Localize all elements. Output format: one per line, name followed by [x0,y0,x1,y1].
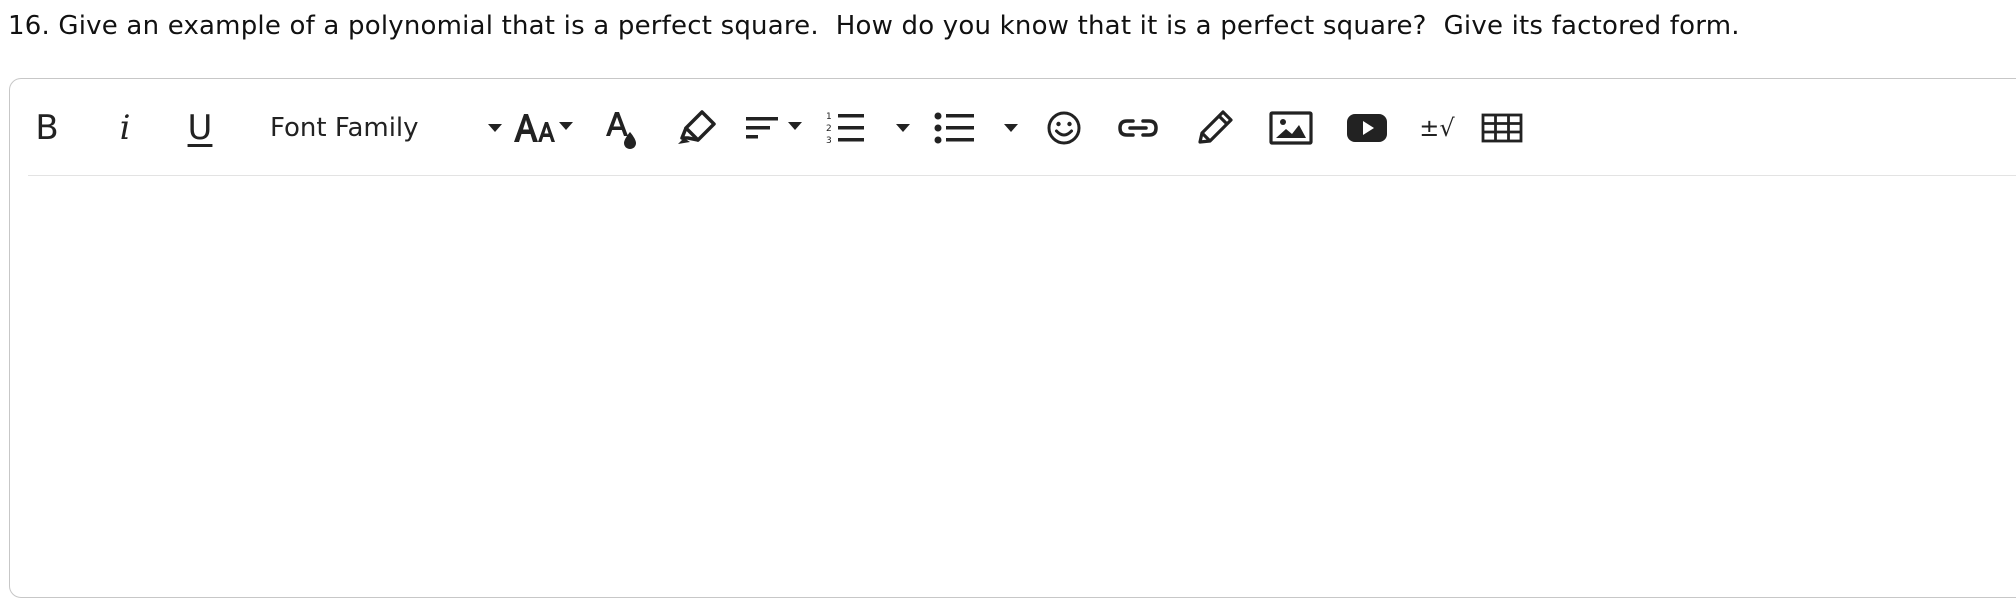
image-button[interactable] [1268,98,1314,158]
numbered-list-icon: 1 2 3 [826,112,910,146]
table-icon [1481,113,1523,143]
emoji-button[interactable] [1044,98,1084,158]
underline-icon: U [187,108,213,148]
numbered-list-button[interactable]: 1 2 3 [824,98,914,158]
font-family-dropdown[interactable]: Font Family [270,98,419,158]
bullet-list-icon [934,112,1018,144]
highlight-button[interactable] [674,98,718,158]
font-size-icon [514,114,573,142]
emoji-icon [1047,111,1081,145]
text-color-button[interactable] [602,98,642,158]
table-button[interactable] [1480,98,1524,158]
svg-text:3: 3 [826,136,832,146]
toolbar-divider [28,175,2016,176]
math-button[interactable]: ±√ [1414,98,1460,158]
align-icon [746,117,802,139]
editor-toolbar: B i U Font Family 1 2 3 ±√ [18,98,2016,158]
align-button[interactable] [744,98,806,158]
font-family-chevron-icon[interactable] [484,98,506,158]
link-icon [1118,119,1158,137]
highlight-icon [678,110,716,144]
underline-button[interactable]: U [182,98,218,158]
draw-button[interactable] [1194,98,1236,158]
math-icon: ±√ [1419,114,1455,142]
svg-text:1: 1 [826,112,832,122]
bold-button[interactable]: B [30,98,64,158]
image-icon [1269,111,1313,145]
bold-icon: B [35,108,59,148]
italic-icon: i [119,108,131,148]
question-prompt: 16. Give an example of a polynomial that… [8,11,1740,41]
editor-content-area[interactable] [28,180,2008,560]
bullet-list-button[interactable] [932,98,1024,158]
svg-text:2: 2 [826,124,832,134]
text-color-icon [606,112,636,149]
video-icon [1347,114,1387,142]
draw-icon [1198,110,1233,144]
font-family-label: Font Family [270,113,419,143]
video-button[interactable] [1344,98,1390,158]
link-button[interactable] [1116,98,1160,158]
italic-button[interactable]: i [110,98,140,158]
font-size-button[interactable] [512,98,578,158]
